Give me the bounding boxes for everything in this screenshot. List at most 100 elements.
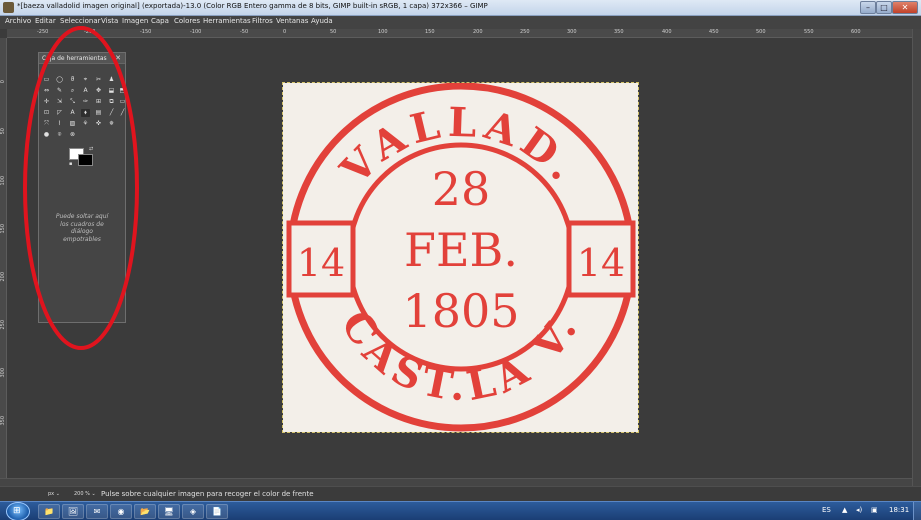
- foreground-select-tool[interactable]: ♟: [107, 76, 116, 84]
- warp-transform-tool[interactable]: ⊡: [42, 109, 51, 117]
- tray-arrow-icon[interactable]: ▲: [842, 506, 847, 514]
- ruler-label: -50: [240, 29, 249, 35]
- ruler-label: 550: [804, 29, 814, 35]
- windows-taskbar: ⊞ 📁 🖼 ✉ ◉ 📂 🖥 ◈ 📄 ES ▲ ◂) ▣ 18:31: [0, 501, 921, 520]
- scale-tool[interactable]: ⇲: [55, 98, 64, 106]
- start-button[interactable]: ⊞: [6, 502, 30, 520]
- mypaint-brush-tool[interactable]: ⚘: [81, 120, 90, 128]
- paintbrush-tool[interactable]: ╱: [118, 109, 127, 117]
- color-picker-tool[interactable]: ✎: [55, 87, 64, 95]
- airbrush-tool[interactable]: ⌇: [55, 120, 64, 128]
- menu-ventanas[interactable]: Ventanas: [276, 17, 308, 25]
- taskbar-app-folder-icon[interactable]: 📂: [134, 504, 156, 519]
- ink-tool[interactable]: ▨: [68, 120, 77, 128]
- window-title: *[baeza valladolid imagen original] (exp…: [17, 2, 488, 10]
- crop-tool[interactable]: ⬒: [118, 87, 127, 95]
- toolbox-close-icon[interactable]: ✕: [115, 54, 121, 62]
- flip-tool[interactable]: ⊞: [94, 98, 103, 106]
- ruler-label: 250: [0, 320, 6, 330]
- cage-transform-tool[interactable]: ⧉: [107, 98, 116, 106]
- gimp-window: *[baeza valladolid imagen original] (exp…: [0, 0, 921, 520]
- menu-bar: Archivo Editar Seleccionar Vista Imagen …: [0, 16, 921, 29]
- maximize-button[interactable]: □: [876, 1, 892, 14]
- menu-archivo[interactable]: Archivo: [5, 17, 31, 25]
- toolbox-title: Caja de herramientas: [42, 55, 107, 62]
- menu-vista[interactable]: Vista: [101, 17, 118, 25]
- menu-herramientas[interactable]: Herramientas: [203, 17, 251, 25]
- menu-imagen[interactable]: Imagen: [122, 17, 148, 25]
- horizontal-ruler[interactable]: -250 -200 -150 -100 -50 0 50 100 150 200…: [7, 29, 912, 38]
- blur-tool[interactable]: ●: [42, 131, 51, 139]
- paths-tool[interactable]: ⇔: [42, 87, 51, 95]
- windows-logo-icon: ⊞: [13, 506, 21, 516]
- stamp-month: FEB.: [404, 223, 518, 277]
- free-select-tool[interactable]: ϑ: [68, 76, 77, 84]
- zoom-tool[interactable]: ⌕: [68, 87, 77, 95]
- image-canvas[interactable]: VALLAD. CAST.LA V. 28 FEB. 1805 14 14: [282, 82, 639, 433]
- vertical-scrollbar[interactable]: [912, 29, 921, 486]
- network-icon[interactable]: ▣: [871, 506, 878, 514]
- menu-editar[interactable]: Editar: [35, 17, 56, 25]
- default-colors-icon[interactable]: ▪: [69, 161, 72, 167]
- clone-tool[interactable]: ✜: [94, 120, 103, 128]
- taskbar-app-explorer-icon[interactable]: 📁: [38, 504, 60, 519]
- ruler-label: 150: [425, 29, 435, 35]
- ruler-label: -150: [140, 29, 152, 35]
- menu-seleccionar[interactable]: Seleccionar: [60, 17, 101, 25]
- color-picker-active-tool[interactable]: ⬧: [81, 109, 90, 117]
- taskbar-app-chrome-icon[interactable]: ◉: [110, 504, 132, 519]
- ruler-label: 0: [283, 29, 287, 35]
- ruler-label: 200: [473, 29, 483, 35]
- taskbar-app-photos-icon[interactable]: 🖼: [62, 504, 84, 519]
- scissors-tool[interactable]: ✂: [94, 76, 103, 84]
- ruler-label: 100: [378, 29, 388, 35]
- taskbar-app-gimp-icon[interactable]: ◈: [182, 504, 204, 519]
- align-tool[interactable]: ⬓: [107, 87, 116, 95]
- menu-ayuda[interactable]: Ayuda: [311, 17, 333, 25]
- status-bar: px ⌄ 200 % ⌄ Pulse sobre cualquier image…: [0, 486, 921, 501]
- unit-value: px: [48, 491, 55, 497]
- perspective-tool[interactable]: ✑: [81, 98, 90, 106]
- blend-tool[interactable]: ▤: [94, 109, 103, 117]
- eraser-tool[interactable]: ⤧: [42, 120, 51, 128]
- system-clock[interactable]: 18:31: [889, 506, 909, 514]
- menu-colores[interactable]: Colores: [174, 17, 200, 25]
- text-tool[interactable]: A: [68, 109, 77, 117]
- language-indicator[interactable]: ES: [822, 506, 831, 514]
- taskbar-app-document-icon[interactable]: 📄: [206, 504, 228, 519]
- unified-transform-tool[interactable]: ▭: [118, 98, 127, 106]
- volume-icon[interactable]: ◂): [856, 506, 862, 514]
- taskbar-app-screen-icon[interactable]: 🖥: [158, 504, 180, 519]
- stamp-year: 1805: [402, 284, 519, 338]
- rotate-tool[interactable]: ✢: [42, 98, 51, 106]
- show-desktop-button[interactable]: [913, 502, 921, 520]
- fuzzy-select-tool[interactable]: ⌖: [81, 76, 90, 84]
- ellipse-select-tool[interactable]: ◯: [55, 76, 64, 84]
- smudge-tool[interactable]: ⌾: [55, 131, 64, 139]
- move-tool[interactable]: ✥: [94, 87, 103, 95]
- unit-select[interactable]: px ⌄: [45, 489, 71, 499]
- menu-capa[interactable]: Capa: [151, 17, 169, 25]
- heal-tool[interactable]: ✵: [107, 120, 116, 128]
- ruler-label: 150: [0, 224, 6, 234]
- shear-tool[interactable]: ⤡: [68, 98, 77, 106]
- ruler-label: -250: [37, 29, 49, 35]
- close-button[interactable]: ✕: [892, 1, 918, 14]
- bucket-fill-tool[interactable]: ◸: [55, 109, 64, 117]
- rect-select-tool[interactable]: ▭: [42, 76, 51, 84]
- zoom-select[interactable]: 200 % ⌄: [72, 489, 100, 499]
- minimize-button[interactable]: –: [860, 1, 876, 14]
- vertical-ruler[interactable]: 0 50 100 150 200 250 300 350: [0, 38, 7, 486]
- menu-filtros[interactable]: Filtros: [252, 17, 273, 25]
- taskbar-app-mail-icon[interactable]: ✉: [86, 504, 108, 519]
- horizontal-scrollbar[interactable]: [0, 478, 912, 486]
- dodge-burn-tool[interactable]: ⊗: [68, 131, 77, 139]
- pencil-tool[interactable]: ╱: [107, 109, 116, 117]
- stamp-day: 28: [432, 162, 491, 216]
- measure-tool[interactable]: A: [81, 87, 90, 95]
- ruler-label: 100: [0, 176, 6, 186]
- ruler-label: 250: [520, 29, 530, 35]
- swap-colors-icon[interactable]: ⇄: [89, 146, 93, 152]
- background-color-swatch[interactable]: [78, 154, 93, 166]
- toolbox-header[interactable]: Caja de herramientas ✕: [39, 53, 125, 64]
